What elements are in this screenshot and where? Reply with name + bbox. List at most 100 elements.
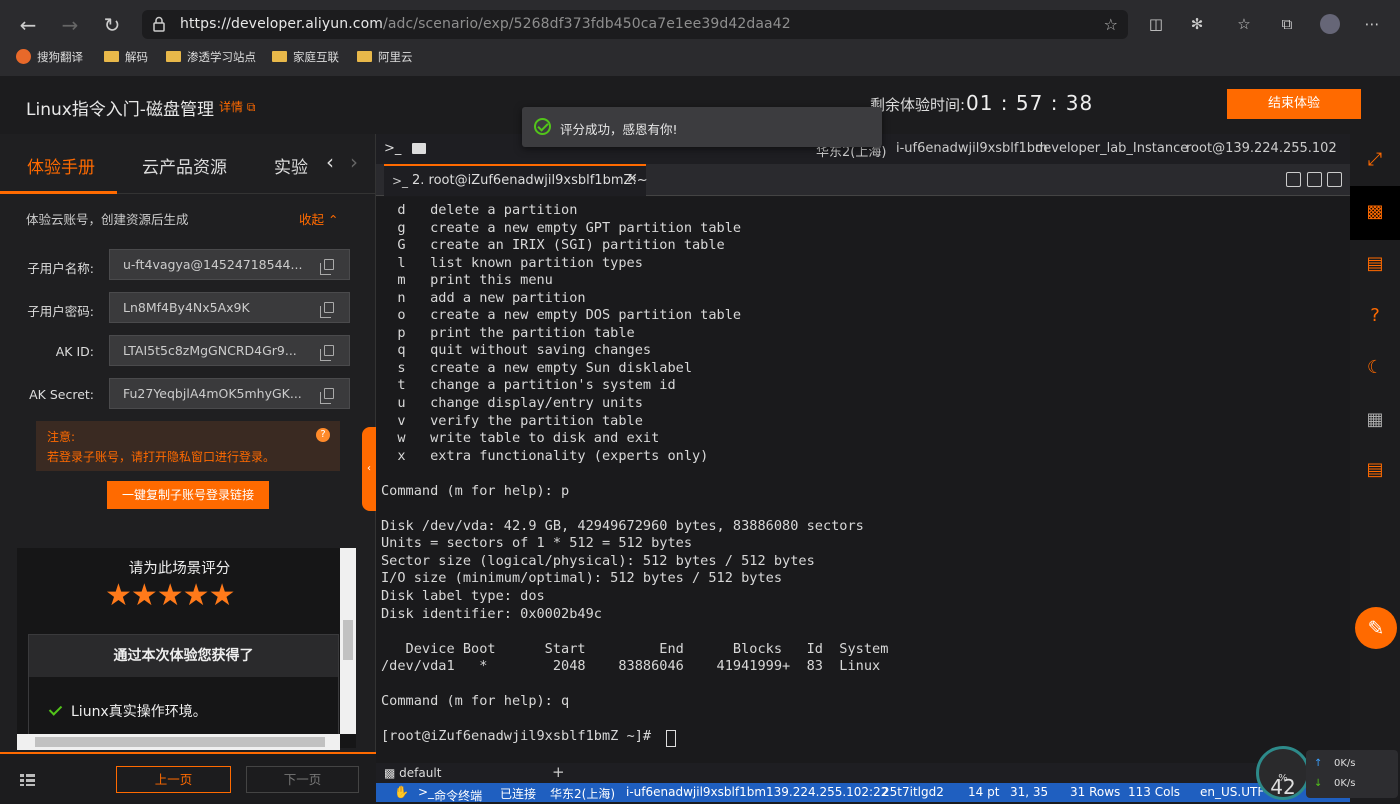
url-text: https://developer.aliyun.com/adc/scenari…: [180, 16, 791, 32]
favorites-icon[interactable]: ☆: [1234, 14, 1254, 34]
network-monitor: 42% ↑ 0K/s ↓ 0K/s: [1256, 746, 1400, 802]
instance-id-text: i-uf6enadwjil9xsblf1bm: [896, 141, 1048, 156]
status-instance: i-uf6enadwjil9xsblf1bm: [626, 785, 767, 799]
session-tab-default[interactable]: ▩ default: [384, 766, 441, 780]
terminal-tab-title: 2. root@iZuf6enadwjil9xsblf1bmZ:~: [412, 173, 648, 188]
horizontal-scrollbar[interactable]: [17, 734, 340, 750]
next-page-button[interactable]: 下一页: [246, 766, 359, 793]
ak-id-label: AK ID:: [55, 344, 94, 359]
check-icon: [48, 702, 63, 716]
tab-cloud-resources[interactable]: 云产品资源: [142, 153, 227, 178]
status-address: 139.224.255.102:22: [766, 785, 889, 799]
right-toolbar: ⤢ ▩ ▤ ? ☾ ▦ ▤: [1350, 134, 1400, 802]
help-icon[interactable]: ?: [316, 428, 330, 442]
copy-login-link-button[interactable]: 一键复制子账号登录链接: [107, 481, 269, 509]
help-icon[interactable]: ?: [1365, 306, 1385, 326]
rating-stars[interactable]: ★★★★★: [105, 578, 265, 613]
hand-icon[interactable]: ✋: [394, 785, 409, 799]
username-label: 子用户名称:: [27, 261, 94, 276]
bookmark-sogou[interactable]: 搜狗翻译: [16, 48, 83, 66]
remaining-time-label: 剩余体验时间:: [870, 96, 966, 114]
close-icon[interactable]: ✕: [626, 171, 638, 187]
reading-view-icon[interactable]: ◫: [1146, 14, 1166, 34]
collapse-panel-handle[interactable]: ‹: [362, 427, 376, 511]
terminal-icon[interactable]: ▩: [1365, 202, 1385, 222]
copy-icon[interactable]: [320, 302, 334, 318]
forward-icon[interactable]: →: [57, 12, 83, 38]
notice-title: 注意:: [47, 430, 76, 444]
upload-speed: 0K/s: [1334, 758, 1356, 769]
chat-icon[interactable]: ▤: [1365, 460, 1385, 480]
address-bar[interactable]: https://developer.aliyun.com/adc/scenari…: [142, 10, 1128, 39]
gain-title: 通过本次体验您获得了: [29, 635, 338, 677]
chevron-up-icon: ⌃: [328, 212, 339, 227]
more-menu-icon[interactable]: ⋯: [1362, 14, 1382, 34]
ak-id-field[interactable]: LTAI5t5c8zMgGNCRD4Gr9...: [109, 335, 350, 366]
collections-icon[interactable]: ⧉: [1277, 14, 1297, 34]
password-label: 子用户密码:: [27, 304, 94, 319]
bookmark-aliyun[interactable]: 阿里云: [357, 48, 413, 66]
copy-icon[interactable]: [320, 388, 334, 404]
account-header: 体验云账号，创建资源后生成: [26, 212, 189, 227]
bookmark-decode[interactable]: 解码: [104, 48, 148, 66]
feedback-edit-icon[interactable]: ✎: [1355, 607, 1397, 649]
reload-icon[interactable]: ↻: [99, 12, 125, 38]
scroll-thumb[interactable]: [35, 737, 325, 747]
detail-link[interactable]: 详情 ⧉: [219, 98, 255, 115]
archive-icon[interactable]: ▤: [1365, 254, 1385, 274]
folder-icon: [357, 51, 372, 62]
usage-gauge: 42%: [1256, 746, 1310, 800]
bookmark-pentest[interactable]: 渗透学习站点: [166, 48, 256, 66]
grid-menu-icon[interactable]: [20, 774, 35, 786]
bookmark-home[interactable]: 家庭互联: [272, 48, 339, 66]
sogou-icon: [16, 49, 31, 64]
status-rows: 31 Rows: [1070, 785, 1121, 799]
split-vertical-icon[interactable]: [1307, 172, 1322, 187]
ak-secret-field[interactable]: Fu27YeqbjlA4mOK5mhyGK...: [109, 378, 350, 409]
notice-box: 注意: 若登录子账号，请打开隐私窗口进行登录。 ?: [36, 421, 340, 471]
vertical-scrollbar[interactable]: [340, 548, 356, 734]
chevron-left-icon[interactable]: ‹: [326, 150, 334, 174]
collapse-toggle[interactable]: 收起 ⌃: [299, 209, 338, 228]
copy-icon[interactable]: [320, 259, 334, 275]
scroll-thumb[interactable]: [343, 620, 353, 660]
terminal-output[interactable]: d delete a partition g create a new empt…: [376, 197, 1350, 763]
split-add-icon[interactable]: [1286, 172, 1301, 187]
qrcode-icon[interactable]: ▦: [1365, 410, 1385, 430]
lab-manual-panel: 体验手册 云产品资源 实验 ‹ › 体验云账号，创建资源后生成 收起 ⌃ 子用户…: [0, 134, 376, 802]
tab-manual[interactable]: 体验手册: [27, 153, 95, 178]
extensions-icon[interactable]: ✻: [1187, 14, 1207, 34]
moon-icon[interactable]: ☾: [1365, 358, 1385, 378]
copy-icon[interactable]: [320, 345, 334, 361]
chevron-right-icon[interactable]: ›: [350, 150, 358, 174]
terminal-cursor: [666, 730, 676, 747]
instance-name-text: developer_lab_Instance: [1035, 141, 1189, 156]
password-field[interactable]: Ln8Mf4By4Nx5Ax9K: [109, 292, 350, 323]
tab-lab[interactable]: 实验: [274, 153, 308, 178]
gain-box: 通过本次体验您获得了 Liunx真实操作环境。: [28, 634, 339, 748]
status-session: 25t7itlgd2: [882, 785, 944, 799]
folder-icon[interactable]: [412, 143, 426, 154]
rating-title: 请为此场景评分: [128, 561, 231, 577]
add-session-icon[interactable]: +: [552, 763, 565, 781]
download-speed: 0K/s: [1334, 778, 1356, 789]
terminal-text: d delete a partition g create a new empt…: [381, 202, 889, 745]
status-font-size[interactable]: 14 pt: [968, 785, 999, 799]
connection-status: 已连接: [500, 787, 537, 801]
terminal-tab[interactable]: >_ 2. root@iZuf6enadwjil9xsblf1bmZ:~ ✕: [384, 164, 648, 196]
bookmarks-bar: 搜狗翻译 解码 渗透学习站点 家庭互联 阿里云: [0, 44, 1400, 70]
end-experience-button[interactable]: 结束体验: [1227, 89, 1361, 119]
terminal-icon: ▩: [384, 766, 396, 780]
username-field[interactable]: u-ft4vagya@14524718544...: [109, 249, 350, 280]
terminal-icon[interactable]: >_: [384, 141, 401, 156]
folder-icon: [104, 51, 119, 62]
favorite-star-icon[interactable]: ☆: [1104, 15, 1118, 34]
split-horizontal-icon[interactable]: [1327, 172, 1342, 187]
status-region: 华东2(上海): [550, 787, 615, 801]
prev-page-button[interactable]: 上一页: [116, 766, 231, 793]
fullscreen-icon[interactable]: ⤢: [1365, 150, 1385, 170]
profile-avatar[interactable]: [1320, 14, 1340, 34]
back-icon[interactable]: ←: [15, 12, 41, 38]
status-cursor-pos: 31, 35: [1010, 785, 1049, 799]
terminal-status-bar: ✋ >_ 命令终端 已连接 华东2(上海) i-uf6enadwjil9xsbl…: [376, 783, 1350, 803]
